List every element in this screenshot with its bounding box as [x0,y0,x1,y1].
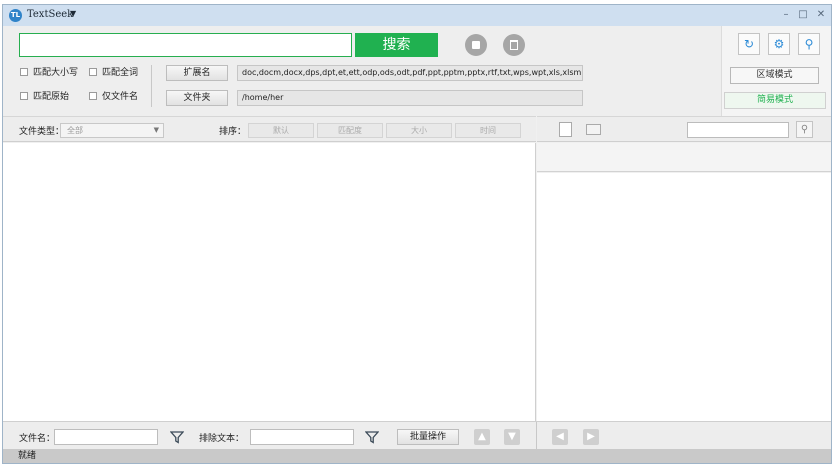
preview-search-input[interactable] [687,122,789,138]
match-case-checkbox[interactable] [20,68,28,76]
magnifier-icon: ⚲ [800,124,809,135]
exclude-text-label: 排除文本： [199,434,245,444]
match-original-checkbox[interactable] [20,92,28,100]
status-bar: 就绪 [3,449,831,463]
batch-operation-button[interactable]: 批量操作 [397,429,459,445]
exclude-text-input[interactable] [250,429,354,445]
move-down-button[interactable]: ▼ [504,429,520,445]
bottom-divider [536,422,537,450]
region-mode-button[interactable]: 区域模式 [730,67,819,84]
magnifier-icon: ⚲ [804,37,814,51]
open-file-icon[interactable] [559,122,572,137]
bottom-toolbar: 文件名： 排除文本： 批量操作 ▲ ▼ ◀ ▶ [3,421,831,450]
arrow-up-icon: ▲ [478,431,486,442]
preview-pane[interactable] [537,173,831,421]
previous-match-button[interactable]: ◀ [552,429,568,445]
folder-button[interactable]: 文件夹 [166,90,228,106]
next-match-button[interactable]: ▶ [583,429,599,445]
match-original-label: 匹配原始 [33,92,70,102]
trash-icon [510,40,518,50]
mode-panel: ↻ ⚙ ⚲ 区域模式 简易模式 [721,26,831,116]
filter-toolbar: 文件类型： 全部 ▼ 排序： 默认 匹配度 大小 时间 [3,116,536,142]
title-bar: TL TextSeek ▼ – □ ✕ [3,5,831,26]
clear-button[interactable] [503,34,525,56]
preview-toolbar: ⚲ [537,116,831,142]
folder-field[interactable]: /home/her [237,90,583,106]
app-title[interactable]: TextSeek [27,9,73,20]
filter-icon[interactable] [170,430,184,444]
maximize-icon[interactable]: □ [796,8,810,22]
preview-search-button[interactable]: ⚲ [796,121,813,138]
settings-button[interactable]: ⚙ [768,33,790,55]
stop-icon [472,41,480,49]
app-logo-icon: TL [9,9,22,22]
filename-only-label: 仅文件名 [102,92,139,102]
simple-mode-tab[interactable]: 简易模式 [724,92,826,109]
results-list[interactable] [3,143,536,421]
filename-only-option[interactable]: 仅文件名 [89,91,138,103]
filename-filter-input[interactable] [54,429,158,445]
app-window: TL TextSeek ▼ – □ ✕ 搜索 匹配大小写 匹配全词 匹配原始 仅… [2,4,832,464]
arrow-right-icon: ▶ [587,431,595,442]
preview-header [537,143,831,172]
stop-button[interactable] [465,34,487,56]
search-input[interactable] [19,33,352,57]
match-case-label: 匹配大小写 [33,68,79,78]
arrow-left-icon: ◀ [556,431,564,442]
refresh-icon: ↻ [743,37,755,51]
filter-icon[interactable] [365,430,379,444]
filename-only-checkbox[interactable] [89,92,97,100]
dropdown-arrow-icon: ▼ [153,126,159,134]
arrow-down-icon: ▼ [508,431,516,442]
sort-label: 排序： [219,127,247,137]
extension-button[interactable]: 扩展名 [166,65,228,81]
match-whole-word-label: 匹配全词 [102,68,139,78]
index-search-button[interactable]: ⚲ [798,33,820,55]
open-folder-icon[interactable] [586,124,601,135]
search-button[interactable]: 搜索 [355,33,438,57]
file-type-label: 文件类型： [19,127,65,137]
file-type-value: 全部 [67,126,83,135]
match-whole-word-checkbox[interactable] [89,68,97,76]
refresh-button[interactable]: ↻ [738,33,760,55]
match-case-option[interactable]: 匹配大小写 [20,67,78,79]
match-original-option[interactable]: 匹配原始 [20,91,69,103]
close-icon[interactable]: ✕ [814,8,828,22]
move-up-button[interactable]: ▲ [474,429,490,445]
sort-default-button[interactable]: 默认 [248,123,314,138]
caret-down-icon[interactable]: ▼ [70,9,76,18]
sort-relevance-button[interactable]: 匹配度 [317,123,383,138]
filename-filter-label: 文件名： [19,434,56,444]
sort-size-button[interactable]: 大小 [386,123,452,138]
extension-field[interactable]: doc,docm,docx,dps,dpt,et,ett,odp,ods,odt… [237,65,583,81]
minimize-icon[interactable]: – [779,8,793,22]
file-type-select[interactable]: 全部 ▼ [60,123,164,138]
options-divider [151,65,152,107]
match-whole-word-option[interactable]: 匹配全词 [89,67,138,79]
sort-time-button[interactable]: 时间 [455,123,521,138]
gear-icon: ⚙ [773,37,785,51]
